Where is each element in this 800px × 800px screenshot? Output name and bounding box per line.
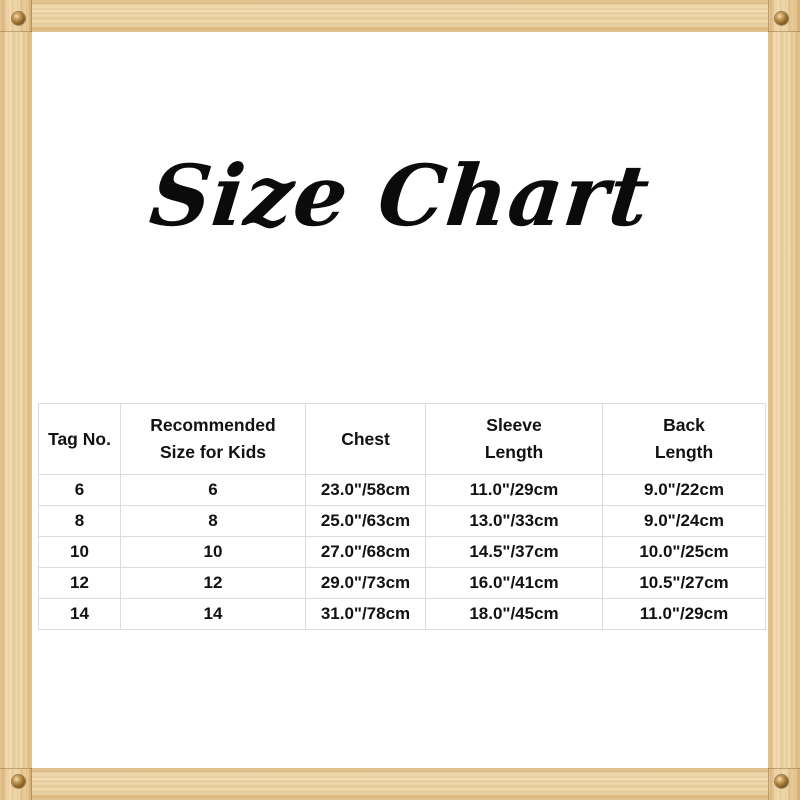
- cell-back-length: 9.0"/24cm: [602, 505, 766, 537]
- screw-icon-top-right: [775, 12, 788, 25]
- column-header-line-2: Length: [654, 442, 714, 462]
- cell-recommended-size: 10: [120, 536, 306, 568]
- frame-rail-left: [0, 0, 32, 800]
- column-header-back-length: Back Length: [602, 403, 766, 475]
- cell-tag-no: 14: [38, 598, 121, 630]
- column-header-tag-no: Tag No.: [38, 403, 121, 475]
- cell-tag-no: 12: [38, 567, 121, 599]
- table-header: Tag No. Recommended Size for Kids Chest …: [38, 403, 766, 475]
- cell-back-length: 10.5"/27cm: [602, 567, 766, 599]
- cell-chest: 27.0"/68cm: [305, 536, 426, 568]
- column-header-recommended-size: Recommended Size for Kids: [120, 403, 306, 475]
- cell-sleeve-length: 11.0"/29cm: [425, 474, 603, 506]
- joint-seam-horizontal: [0, 31, 32, 32]
- joint-seam-vertical: [768, 0, 769, 32]
- page-title: Size Chart: [145, 146, 655, 245]
- table-row: 10 10 27.0"/68cm 14.5"/37cm 10.0"/25cm: [38, 536, 766, 568]
- table-header-row: Tag No. Recommended Size for Kids Chest …: [38, 403, 766, 475]
- cell-recommended-size: 8: [120, 505, 306, 537]
- cell-sleeve-length: 14.5"/37cm: [425, 536, 603, 568]
- joint-seam-vertical: [31, 768, 32, 800]
- joint-seam-vertical: [31, 0, 32, 32]
- screw-icon-bottom-left: [12, 775, 25, 788]
- screw-icon-bottom-right: [775, 775, 788, 788]
- cell-back-length: 9.0"/22cm: [602, 474, 766, 506]
- column-header-line-1: Back: [663, 415, 705, 435]
- frame-rail-right: [768, 0, 800, 800]
- cell-tag-no: 8: [38, 505, 121, 537]
- joint-seam-horizontal: [0, 768, 32, 769]
- joint-seam-horizontal: [768, 31, 800, 32]
- framed-size-chart: Size Chart Tag No. Recommended Size for …: [0, 0, 800, 800]
- cell-sleeve-length: 13.0"/33cm: [425, 505, 603, 537]
- frame-rail-bottom: [0, 768, 800, 800]
- table-body: 6 6 23.0"/58cm 11.0"/29cm 9.0"/22cm 8 8 …: [38, 474, 766, 630]
- size-chart-table: Tag No. Recommended Size for Kids Chest …: [38, 403, 766, 630]
- table-row: 8 8 25.0"/63cm 13.0"/33cm 9.0"/24cm: [38, 505, 766, 537]
- column-header-line-1: Chest: [341, 428, 390, 449]
- screw-icon-top-left: [12, 12, 25, 25]
- frame-rail-top: [0, 0, 800, 32]
- column-header-sleeve-length: Sleeve Length: [425, 403, 603, 475]
- cell-sleeve-length: 18.0"/45cm: [425, 598, 603, 630]
- column-header-line-1: Sleeve: [486, 415, 542, 435]
- cell-recommended-size: 14: [120, 598, 306, 630]
- joint-seam-vertical: [768, 768, 769, 800]
- cell-recommended-size: 12: [120, 567, 306, 599]
- table-row: 6 6 23.0"/58cm 11.0"/29cm 9.0"/22cm: [38, 474, 766, 506]
- cell-chest: 29.0"/73cm: [305, 567, 426, 599]
- cell-chest: 31.0"/78cm: [305, 598, 426, 630]
- joint-seam-horizontal: [768, 768, 800, 769]
- cell-recommended-size: 6: [120, 474, 306, 506]
- column-header-line-1: Tag No.: [48, 428, 111, 449]
- size-table-container: Tag No. Recommended Size for Kids Chest …: [38, 403, 766, 630]
- column-header-line-2: Size for Kids: [160, 442, 266, 462]
- chart-panel: Size Chart Tag No. Recommended Size for …: [32, 32, 768, 768]
- cell-tag-no: 6: [38, 474, 121, 506]
- column-header-chest: Chest: [305, 403, 426, 475]
- cell-back-length: 10.0"/25cm: [602, 536, 766, 568]
- cell-tag-no: 10: [38, 536, 121, 568]
- cell-sleeve-length: 16.0"/41cm: [425, 567, 603, 599]
- cell-back-length: 11.0"/29cm: [602, 598, 766, 630]
- table-row: 14 14 31.0"/78cm 18.0"/45cm 11.0"/29cm: [38, 598, 766, 630]
- column-header-line-2: Length: [484, 442, 544, 462]
- cell-chest: 23.0"/58cm: [305, 474, 426, 506]
- column-header-line-1: Recommended: [150, 415, 276, 435]
- cell-chest: 25.0"/63cm: [305, 505, 426, 537]
- table-row: 12 12 29.0"/73cm 16.0"/41cm 10.5"/27cm: [38, 567, 766, 599]
